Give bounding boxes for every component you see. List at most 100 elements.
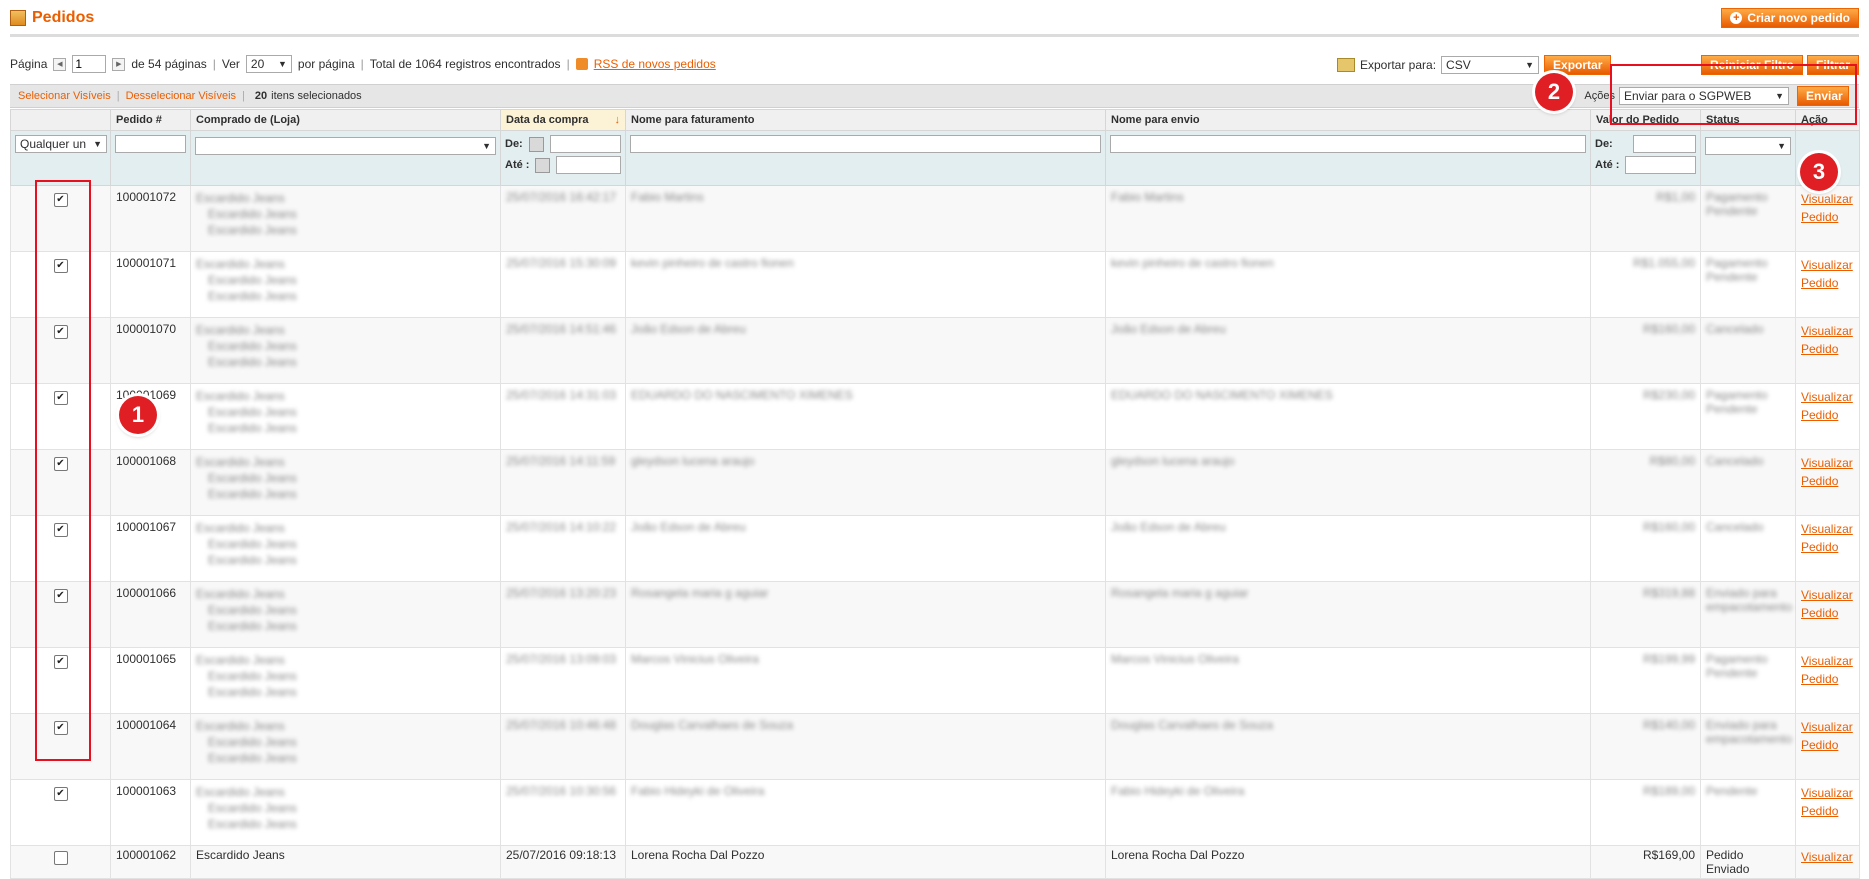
- table-row[interactable]: ✔ 100001065 Escardido Jeans Escardido Jeans…: [10, 647, 1860, 714]
- reset-filter-button[interactable]: Reiniciar Filtro: [1700, 55, 1803, 75]
- table-row[interactable]: ✔ 100001064 Escardido Jeans Escardido Jeans…: [10, 713, 1860, 780]
- select-visible-link[interactable]: Selecionar Visíveis: [18, 90, 111, 102]
- shipping-filter[interactable]: [1110, 135, 1586, 153]
- view-order-link[interactable]: Visualizar: [1801, 322, 1854, 340]
- order-id: 100001065: [110, 647, 191, 714]
- order-date: 25/07/2016 13:20:23: [506, 586, 617, 600]
- action-select[interactable]: Enviar para o SGPWEB ▼: [1619, 87, 1789, 105]
- row-checkbox[interactable]: ✔: [53, 325, 68, 339]
- col-total[interactable]: Valor do Pedido: [1590, 109, 1701, 131]
- date-to-input[interactable]: [556, 156, 621, 174]
- billing-filter[interactable]: [630, 135, 1101, 153]
- view-order-link-line2[interactable]: Pedido: [1801, 340, 1854, 358]
- billing-name-cell: Fabio Hideyki de Oliveira: [625, 779, 1106, 846]
- create-order-button[interactable]: + Criar novo pedido: [1721, 8, 1859, 28]
- row-checkbox[interactable]: ✔: [53, 589, 68, 603]
- shipping-name: Douglas Carvalhaes de Souza: [1111, 718, 1274, 732]
- total-records: Total de 1064 registros encontrados: [369, 57, 561, 71]
- col-store[interactable]: Comprado de (Loja): [190, 109, 501, 131]
- chevron-down-icon: ▼: [1777, 141, 1786, 151]
- col-billing[interactable]: Nome para faturamento: [625, 109, 1106, 131]
- table-row[interactable]: ✔ 100001067 Escardido Jeans Escardido Jeans…: [10, 515, 1860, 582]
- view-order-link[interactable]: Visualizar: [1801, 784, 1854, 802]
- view-order-link[interactable]: Visualizar: [1801, 256, 1854, 274]
- total-to-input[interactable]: [1625, 156, 1696, 174]
- order-total-cell: R$189,00: [1590, 779, 1701, 846]
- table-row[interactable]: ✔ 100001070 Escardido Jeans Escardido Jeans…: [10, 317, 1860, 384]
- filter-button[interactable]: Filtrar: [1806, 55, 1859, 75]
- table-row[interactable]: ✔ 100001069 Escardido Jeans Escardido Jeans…: [10, 383, 1860, 450]
- calendar-icon[interactable]: [535, 157, 551, 173]
- view-order-link[interactable]: Visualizar: [1801, 850, 1853, 864]
- order-id: 100001072: [110, 185, 191, 252]
- billing-name-cell: Rosangela maria g aguiar: [625, 581, 1106, 648]
- view-order-link-line2[interactable]: Pedido: [1801, 736, 1854, 754]
- view-order-link-line2[interactable]: Pedido: [1801, 802, 1854, 820]
- billing-name: Fabio Martins: [631, 190, 704, 204]
- total-from-input[interactable]: [1632, 135, 1696, 153]
- orders-icon: [10, 10, 26, 26]
- view-order-link-line2[interactable]: Pedido: [1801, 670, 1854, 688]
- row-checkbox[interactable]: ✔: [53, 721, 68, 735]
- page-input[interactable]: [72, 55, 107, 73]
- row-checkbox[interactable]: ✔: [53, 787, 68, 801]
- row-checkbox[interactable]: ✔: [53, 655, 68, 669]
- row-checkbox[interactable]: ✔: [53, 193, 68, 207]
- store-filter[interactable]: ▼: [195, 137, 496, 155]
- calendar-icon[interactable]: [528, 136, 544, 152]
- next-page-icon[interactable]: ▶: [112, 57, 126, 71]
- row-checkbox[interactable]: ✔: [53, 259, 68, 273]
- view-order-link[interactable]: Visualizar: [1801, 190, 1854, 208]
- filter-total-cell: De: Até :: [1590, 130, 1701, 186]
- order-total-cell: R$199,99: [1590, 647, 1701, 714]
- view-order-link-line2[interactable]: Pedido: [1801, 604, 1854, 622]
- view-order-link-line2[interactable]: Pedido: [1801, 274, 1854, 292]
- order-status: Pagamento Pendente: [1706, 388, 1768, 416]
- store-line-cell: Escardido Jeans: [190, 845, 501, 879]
- divider: |: [212, 57, 216, 71]
- col-date[interactable]: Data da compra ↓: [500, 109, 626, 131]
- view-order-link[interactable]: Visualizar: [1801, 388, 1854, 406]
- table-row-partial[interactable]: 100001062 Escardido Jeans 25/07/2016 09:18…: [10, 845, 1860, 879]
- deselect-visible-link[interactable]: Desselecionar Visíveis: [126, 90, 236, 102]
- table-row[interactable]: ✔ 100001068 Escardido Jeans Escardido Jeans…: [10, 449, 1860, 516]
- submit-button[interactable]: Enviar: [1797, 86, 1849, 106]
- order-date-cell: 25/07/2016 16:42:17: [500, 185, 626, 252]
- table-row[interactable]: ✔ 100001071 Escardido Jeans Escardido Jeans…: [10, 251, 1860, 318]
- rss-link[interactable]: RSS de novos pedidos: [594, 57, 716, 71]
- status-filter[interactable]: ▼: [1705, 137, 1791, 155]
- col-shipping[interactable]: Nome para envio: [1105, 109, 1591, 131]
- row-checkbox[interactable]: ✔: [53, 523, 68, 537]
- view-order-link-line2[interactable]: Pedido: [1801, 406, 1854, 424]
- view-order-link[interactable]: Visualizar: [1801, 454, 1854, 472]
- row-select-cell: ✔: [10, 581, 111, 648]
- view-order-link-line2[interactable]: Pedido: [1801, 208, 1854, 226]
- shipping-name-cell: Douglas Carvalhaes de Souza: [1105, 713, 1591, 780]
- export-format-select[interactable]: CSV ▼: [1441, 56, 1540, 74]
- row-select-cell: ✔: [10, 251, 111, 318]
- view-order-link[interactable]: Visualizar: [1801, 652, 1854, 670]
- view-order-link-line2[interactable]: Pedido: [1801, 472, 1854, 490]
- date-from-input[interactable]: [549, 135, 621, 153]
- col-order-id[interactable]: Pedido #: [110, 109, 191, 131]
- row-checkbox[interactable]: ✔: [53, 391, 68, 405]
- export-button[interactable]: Exportar: [1544, 55, 1612, 75]
- view-order-link-line2[interactable]: Pedido: [1801, 538, 1854, 556]
- col-status[interactable]: Status: [1700, 109, 1796, 131]
- view-order-link[interactable]: Visualizar: [1801, 586, 1854, 604]
- order-id: 100001064: [110, 713, 191, 780]
- prev-page-icon[interactable]: ◀: [53, 57, 67, 71]
- table-row[interactable]: ✔ 100001066 Escardido Jeans Escardido Jeans…: [10, 581, 1860, 648]
- billing-name: Marcos Vinicius Oliveira: [631, 652, 759, 666]
- select-filter[interactable]: Qualquer un ▼: [15, 135, 107, 153]
- view-order-link[interactable]: Visualizar: [1801, 718, 1854, 736]
- shipping-name: Fabio Martins: [1111, 190, 1184, 204]
- table-row[interactable]: ✔ 100001063 Escardido Jeans Escardido Jeans…: [10, 779, 1860, 846]
- order-id-filter[interactable]: [115, 135, 186, 153]
- store-cell: Escardido Jeans Escardido Jeans Escardido …: [190, 515, 501, 582]
- row-checkbox[interactable]: ✔: [53, 457, 68, 471]
- row-checkbox[interactable]: [53, 851, 68, 865]
- table-row[interactable]: ✔ 100001072 Escardido Jeans Escardido Jeans…: [10, 185, 1860, 252]
- view-order-link[interactable]: Visualizar: [1801, 520, 1854, 538]
- per-page-select[interactable]: 20 ▼: [245, 55, 292, 73]
